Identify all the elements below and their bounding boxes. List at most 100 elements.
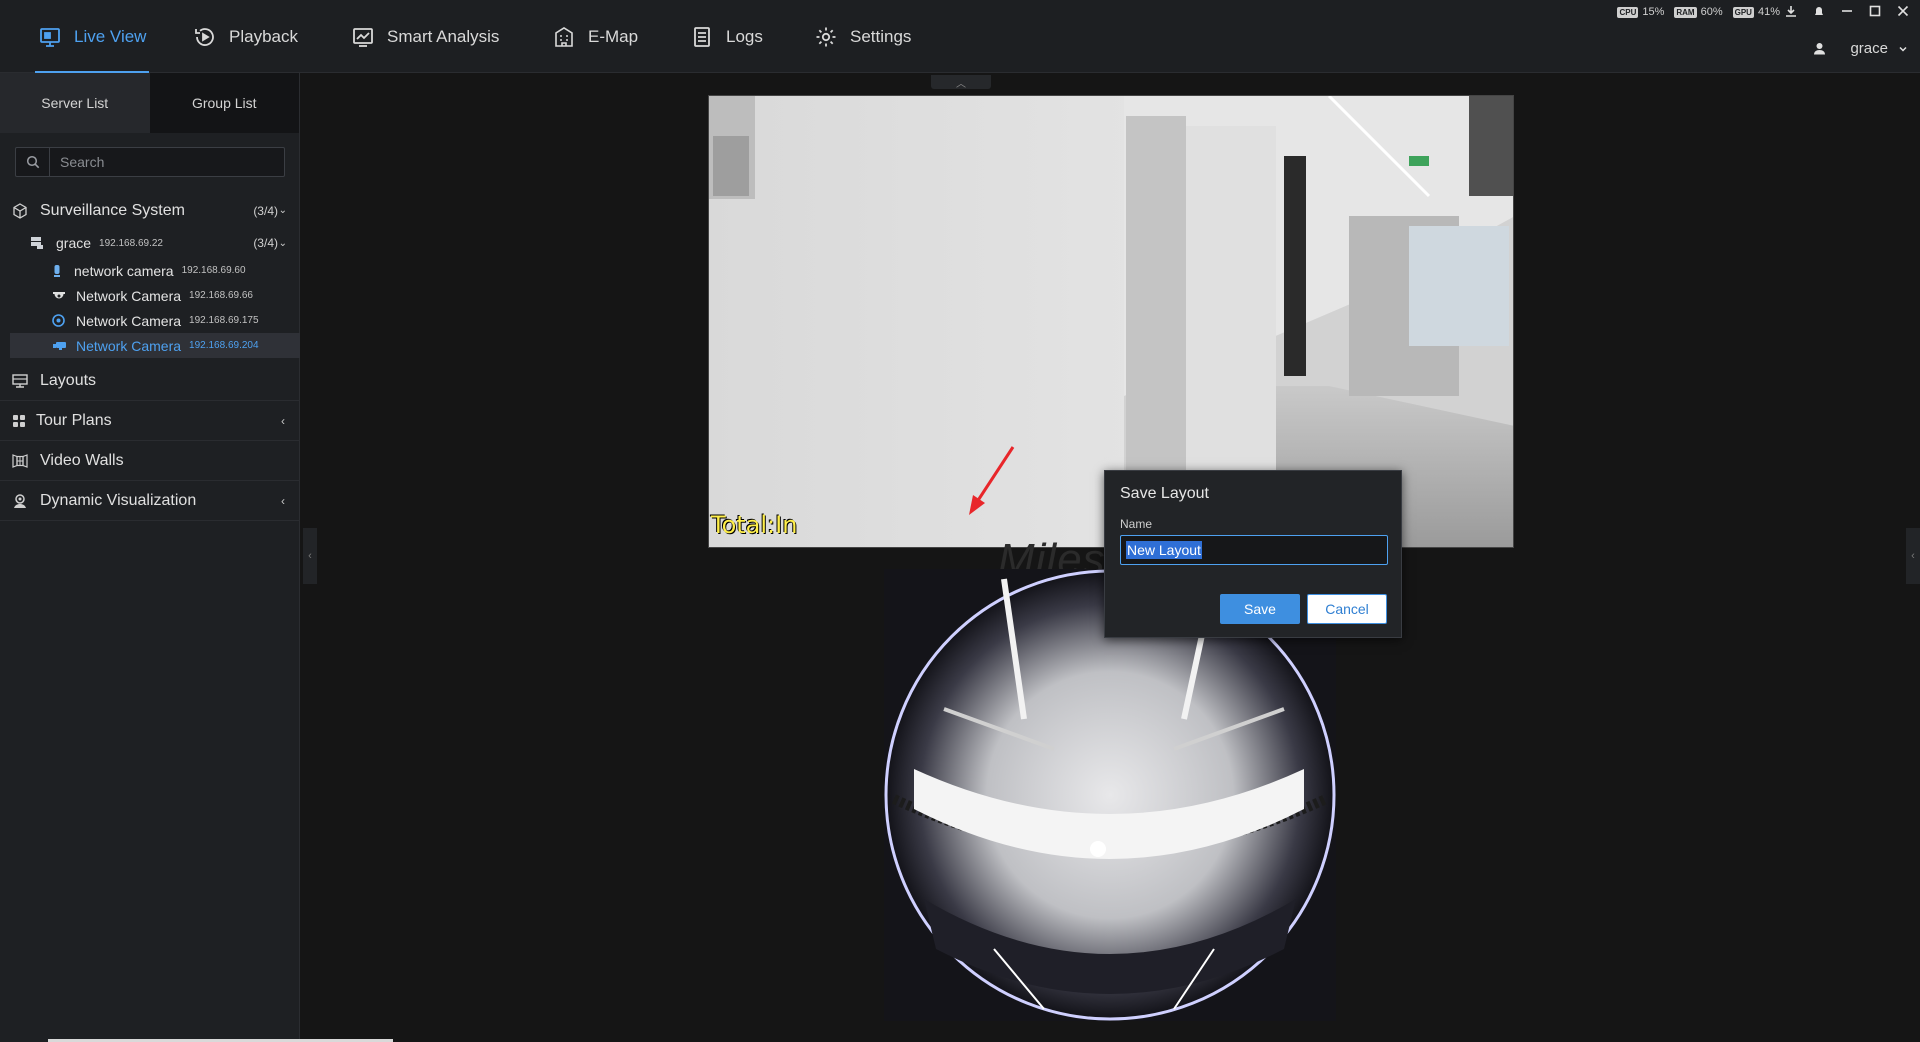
tree-layouts[interactable]: Layouts [0, 361, 300, 401]
tree-camera-selected[interactable]: Network Camera 192.168.69.204 [10, 333, 300, 358]
tab-group-list[interactable]: Group List [149, 73, 299, 133]
playback-icon [195, 27, 214, 46]
grid-icon [13, 414, 25, 427]
tree-dynamic-visualization[interactable]: Dynamic Visualization ‹ [0, 481, 300, 521]
bell-icon[interactable] [1812, 4, 1826, 18]
monitor-icon [40, 27, 60, 47]
building-icon [555, 26, 573, 47]
server-ip: 192.168.69.22 [99, 237, 163, 249]
layout-name-input[interactable]: New Layout [1120, 535, 1388, 565]
nav-label: Smart Analysis [387, 26, 500, 46]
sidebar: Server List Group List Surveillance Syst… [0, 73, 300, 1042]
chart-icon [353, 27, 373, 47]
list-icon [694, 26, 710, 47]
device-tree: Surveillance System (3/4) ⌄ grace 192.16… [0, 193, 300, 521]
name-field-label: Name [1120, 517, 1153, 531]
maximize-icon[interactable] [1868, 4, 1882, 18]
camera-ip: 192.168.69.204 [189, 340, 259, 351]
chevron-left-icon[interactable]: ‹ [281, 414, 285, 428]
annotation-arrow-icon [969, 446, 1015, 515]
collapse-sidebar-handle[interactable]: ‹ [303, 528, 317, 584]
tree-tour-plans[interactable]: Tour Plans ‹ [0, 401, 300, 441]
window-controls [1784, 4, 1910, 18]
fisheye-camera-icon [52, 314, 65, 327]
nav-live-view[interactable]: Live View [34, 0, 150, 73]
camera-ip: 192.168.69.60 [181, 265, 246, 276]
nav-logs[interactable]: Logs [690, 0, 763, 73]
cpu-stat: CPU 15% [1617, 6, 1664, 18]
system-stats: CPU 15% RAM 60% GPU 41% [1617, 6, 1780, 18]
top-bar: Live View Playback Smart Analysis E-Map … [0, 0, 1920, 73]
ptz-camera-icon [53, 341, 66, 350]
nav-label: Live View [74, 26, 147, 46]
server-icon [31, 237, 43, 249]
camera-name: network camera [74, 262, 174, 279]
chevron-down-icon [1899, 46, 1907, 52]
gear-icon [816, 27, 836, 46]
cpu-chip-icon: CPU [1617, 6, 1639, 18]
minimize-icon[interactable] [1840, 4, 1854, 18]
tree-camera[interactable]: Network Camera 192.168.69.66 [0, 283, 300, 308]
cancel-button[interactable]: Cancel [1307, 594, 1387, 624]
person-pin-icon [14, 493, 26, 508]
camera-ip: 192.168.69.175 [189, 315, 259, 326]
nav-label: Settings [850, 26, 912, 46]
save-layout-dialog: Save Layout Name New Layout Save Cancel [1104, 470, 1402, 638]
system-cube-icon [13, 202, 27, 219]
tree-label: Surveillance System [40, 201, 185, 219]
online-count: (3/4) [253, 236, 278, 250]
tab-server-list[interactable]: Server List [0, 73, 150, 133]
section-label: Video Walls [40, 451, 124, 469]
dialog-title: Save Layout [1120, 485, 1209, 502]
bullet-camera-icon [54, 264, 60, 277]
tree-surveillance-system[interactable]: Surveillance System (3/4) ⌄ [0, 193, 300, 228]
close-icon[interactable] [1896, 4, 1910, 18]
online-count: (3/4) [253, 203, 278, 218]
gpu-stat: GPU 41% [1732, 6, 1780, 18]
sidebar-tabs: Server List Group List [0, 73, 299, 133]
search-box [15, 147, 285, 177]
collapse-toolbar-handle[interactable]: ︿ [931, 75, 991, 90]
nav-settings[interactable]: Settings [814, 0, 911, 73]
tree-camera[interactable]: network camera 192.168.69.60 [0, 258, 300, 283]
video-wall-icon [12, 453, 28, 468]
dome-camera-icon [53, 291, 65, 298]
ram-stat: RAM 60% [1674, 6, 1723, 18]
expand-right-panel-handle[interactable]: ‹ [1906, 528, 1920, 584]
layout-icon [12, 373, 28, 388]
gpu-value: 41% [1757, 6, 1780, 18]
nav-playback[interactable]: Playback [193, 0, 298, 73]
nav-smart-analysis[interactable]: Smart Analysis [351, 0, 499, 73]
live-view-area: ︿ ‹ ‹ Total:In Milesight Save Layout Nam… [301, 73, 1920, 1042]
camera-name: Network Camera [76, 337, 182, 354]
chevron-down-icon[interactable]: ⌄ [279, 205, 287, 216]
nav-label: Playback [229, 26, 298, 46]
osd-counter-text: Total:In [711, 511, 798, 539]
server-name: grace [56, 235, 92, 251]
search-input[interactable] [50, 154, 280, 170]
section-label: Layouts [40, 371, 97, 389]
layout-name-value: New Layout [1126, 541, 1202, 559]
user-icon [1814, 43, 1826, 55]
tree-camera[interactable]: Network Camera 192.168.69.175 [0, 308, 300, 333]
nav-e-map[interactable]: E-Map [552, 0, 638, 73]
chevron-down-icon[interactable]: ⌄ [279, 238, 287, 249]
search-icon [16, 148, 50, 176]
camera-ip: 192.168.69.66 [189, 290, 253, 301]
tree-video-walls[interactable]: Video Walls [0, 441, 300, 481]
user-menu[interactable]: grace [1813, 40, 1908, 57]
cpu-value: 15% [1642, 6, 1665, 18]
username: grace [1850, 40, 1888, 57]
save-button[interactable]: Save [1220, 594, 1300, 624]
tree-server[interactable]: grace 192.168.69.22 (3/4) ⌄ [0, 228, 300, 258]
gpu-chip-icon: GPU [1732, 6, 1754, 18]
section-label: Tour Plans [36, 411, 112, 429]
chevron-left-icon[interactable]: ‹ [281, 494, 285, 508]
section-label: Dynamic Visualization [40, 491, 197, 509]
camera-name: Network Camera [76, 312, 182, 329]
ram-value: 60% [1700, 6, 1723, 18]
nav-label: E-Map [588, 26, 639, 46]
download-icon[interactable] [1784, 4, 1798, 18]
nav-label: Logs [726, 26, 763, 46]
ram-chip-icon: RAM [1674, 6, 1697, 18]
